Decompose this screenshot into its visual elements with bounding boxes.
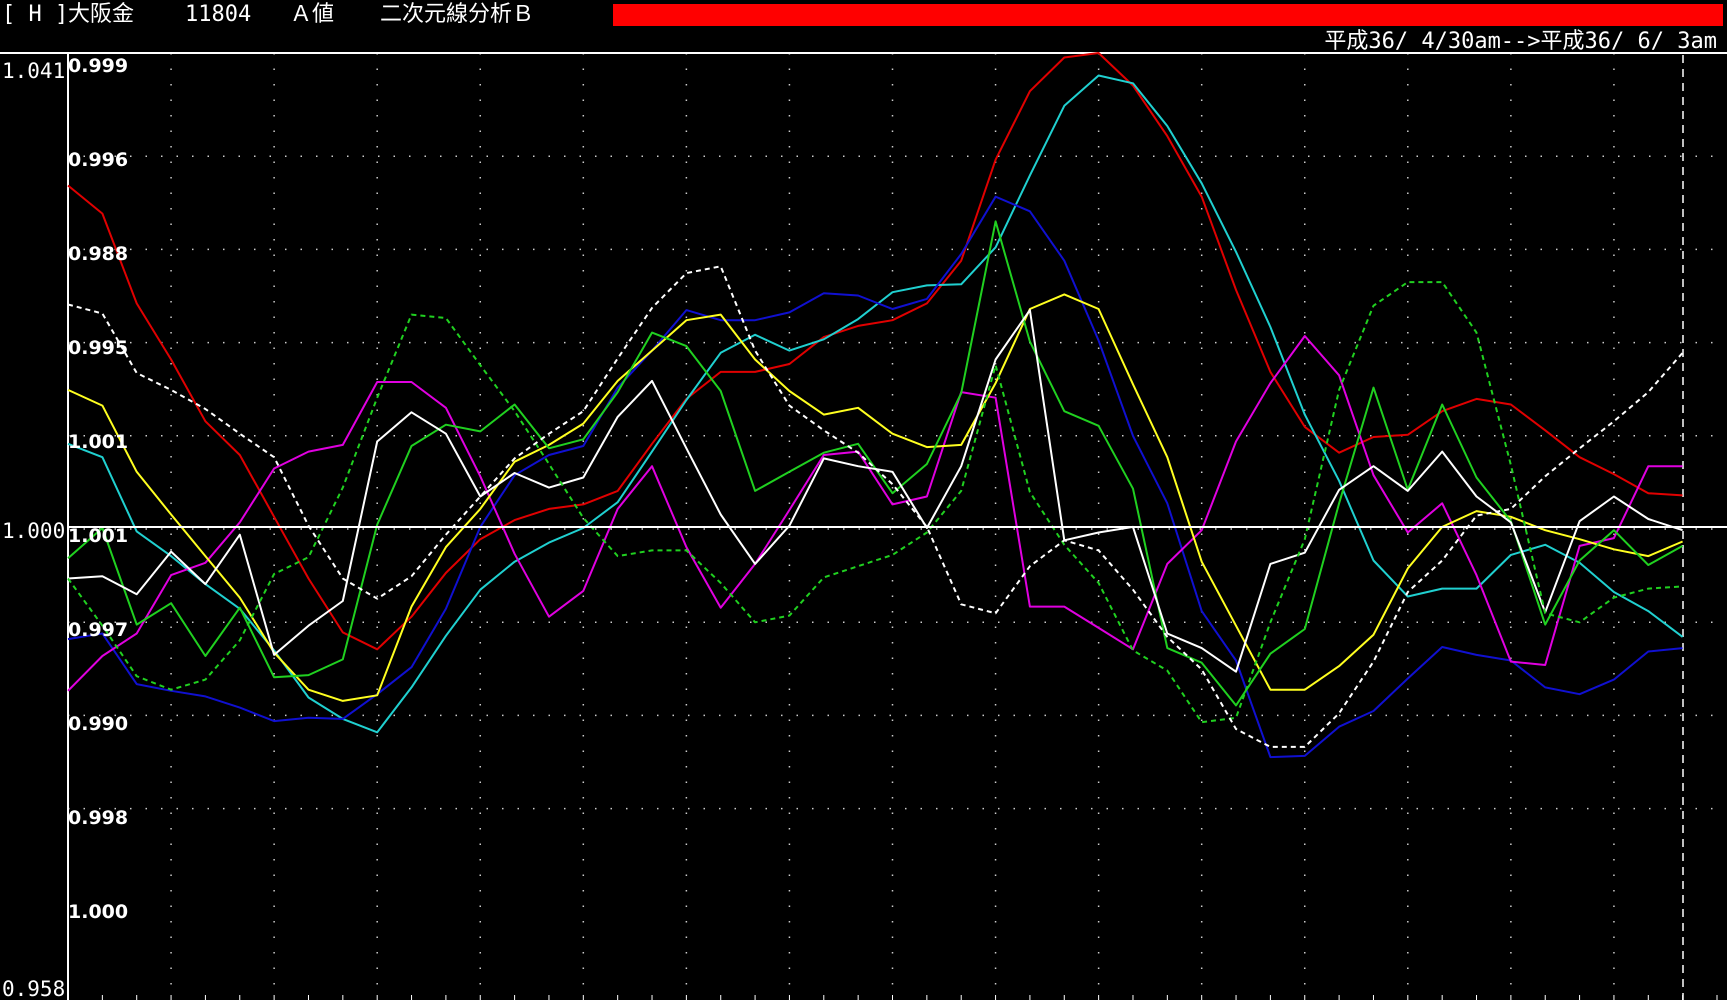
series-line-7: [67, 309, 1683, 673]
series-line-6: [67, 220, 1684, 707]
y-axis-label: 1.000: [2, 519, 65, 543]
y-axis-label: 0.958: [2, 977, 65, 1000]
scale-label: 1.001: [68, 431, 128, 453]
axis-labels: 1.041 1.000 0.958 0.999 0.996 0.988 0.995 1.001…: [2, 55, 128, 1000]
window-bracket: [ H ]: [2, 2, 69, 27]
scale-label: 0.998: [68, 807, 128, 829]
scale-label: 0.997: [68, 619, 128, 641]
instrument-name: 大阪金: [68, 2, 135, 27]
scale-label: 0.999: [68, 55, 128, 77]
date-range: 平成36/ 4/30am-->平成36/ 6/ 3am: [1324, 29, 1717, 54]
y-axis-label: 1.041: [2, 59, 65, 83]
scale-label: 0.988: [68, 243, 128, 265]
scale-label: 1.000: [68, 901, 128, 923]
instrument-code: 11804: [185, 2, 252, 27]
title-bar: [ H ] 大阪金 11804 Ａ値 二次元線分析Ｂ: [0, 0, 1727, 30]
highlight-bar: [613, 4, 1723, 26]
chart-plot: 1.041 1.000 0.958 0.999 0.996 0.988 0.995 1.001…: [0, 52, 1727, 1000]
series-line-8: [67, 281, 1683, 724]
scale-label: 0.990: [68, 713, 128, 735]
series-group: [67, 52, 1684, 759]
scale-label: 0.995: [68, 337, 128, 359]
scale-label: 0.996: [68, 149, 128, 171]
series-line-5: [67, 293, 1683, 702]
series-line-2: [67, 74, 1684, 734]
series-line-1: [67, 52, 1683, 651]
scale-label: 1.001: [68, 525, 128, 547]
value-mode: Ａ値: [290, 2, 335, 27]
analysis-name: 二次元線分析Ｂ: [380, 2, 535, 27]
series-line-4: [67, 335, 1683, 692]
